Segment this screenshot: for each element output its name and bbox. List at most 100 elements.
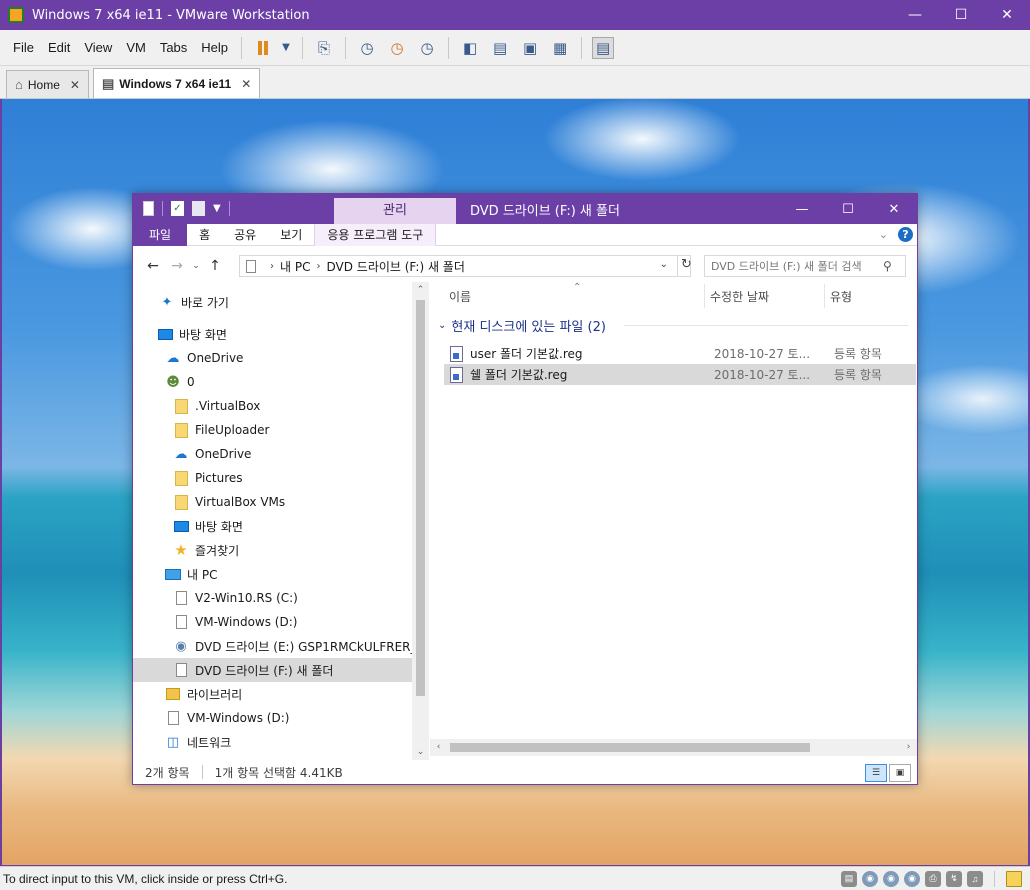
refresh-icon[interactable]: ↻ [677,255,695,277]
cd-dvd-icon[interactable]: ◉ [862,870,878,887]
breadcrumb-current-folder[interactable]: DVD 드라이브 (F:) 새 폴더 [326,258,464,275]
up-button[interactable]: ↑ [203,254,227,278]
horizontal-scrollbar[interactable]: ‹ › [430,739,917,756]
snapshot-icon[interactable]: ◷ [356,37,378,59]
search-icon[interactable]: ⚲ [883,259,892,273]
address-bar[interactable]: › 내 PC › DVD 드라이브 (F:) 새 폴더 ⌄ [239,255,691,277]
search-box[interactable]: ⚲ [704,255,906,277]
explorer-close-button[interactable]: ✕ [871,194,917,224]
breadcrumb-chevron-icon[interactable]: › [270,261,274,272]
nav-virtualbox-vms[interactable]: VirtualBox VMs [173,490,285,514]
console-view-icon[interactable]: ▤ [592,36,615,59]
unity-icon[interactable]: ▦ [549,37,571,59]
usb-icon[interactable]: ↯ [946,870,962,887]
ribbon-tabs: 파일 홈 공유 보기 응용 프로그램 도구 ⌄ ? [133,223,917,246]
address-dropdown-icon[interactable]: ⌄ [660,259,668,270]
contextual-tab-manage[interactable]: 관리 [334,198,456,224]
scroll-right-icon[interactable]: › [900,739,917,756]
column-divider[interactable] [704,284,705,308]
back-button[interactable]: ← [141,254,165,278]
tab-home[interactable]: 홈 [187,224,222,246]
large-icons-view-icon[interactable]: ▣ [889,764,911,782]
column-divider[interactable] [824,284,825,308]
nav-user[interactable]: ☻ 0 [165,370,194,394]
h-scroll-thumb[interactable] [450,743,810,752]
close-tab-icon[interactable]: ✕ [241,77,251,91]
show-library-icon[interactable]: ◧ [459,37,481,59]
explorer-minimize-button[interactable]: — [779,194,825,224]
nav-desktop[interactable]: 바탕 화면 [157,322,227,346]
nav-vm-windows[interactable]: VM-Windows (D:) [165,706,289,730]
revert-snapshot-icon[interactable]: ◷ [386,37,408,59]
explorer-maximize-button[interactable]: ☐ [825,194,871,224]
pause-icon[interactable] [252,37,274,59]
nav-network[interactable]: ◫ 네트워크 [165,730,231,754]
printer-icon[interactable]: ⎙ [925,870,941,887]
message-log-icon[interactable] [1006,870,1022,887]
scroll-left-icon[interactable]: ‹ [430,739,447,756]
menu-vm[interactable]: VM [119,40,153,55]
nav-drive-f[interactable]: DVD 드라이브 (F:) 새 폴더 [133,658,412,682]
snapshot-manager-icon[interactable]: ◷ [416,37,438,59]
column-type[interactable]: 유형 [830,282,910,310]
menu-view[interactable]: View [77,40,119,55]
qat-dropdown-icon[interactable]: ▼ [213,203,221,214]
cd-dvd-2-icon[interactable]: ◉ [883,870,899,887]
scroll-down-icon[interactable]: ⌄ [412,744,429,760]
menu-help[interactable]: Help [194,40,235,55]
sound-icon[interactable]: ♫ [967,870,983,887]
column-modified[interactable]: 수정한 날짜 [710,282,820,310]
send-ctrl-alt-del-icon[interactable]: ⎘ [313,37,335,59]
nav-scroll-thumb[interactable] [416,300,425,696]
group-header[interactable]: ⌄ 현재 디스크에 있는 파일 (2) [438,316,606,335]
menu-file[interactable]: File [6,40,41,55]
collapse-group-icon[interactable]: ⌄ [438,320,446,331]
help-icon[interactable]: ? [898,227,913,242]
menu-tabs[interactable]: Tabs [153,40,194,55]
nav-favorites[interactable]: ★ 즐겨찾기 [173,538,239,562]
thumbnail-bar-icon[interactable]: ▤ [489,37,511,59]
menu-edit[interactable]: Edit [41,40,77,55]
tab-view[interactable]: 보기 [268,224,314,246]
nav-quick-access[interactable]: ✦ 바로 가기 [159,290,229,314]
tab-vm[interactable]: ▤ Windows 7 x64 ie11 ✕ [92,68,261,98]
tab-share[interactable]: 공유 [222,224,268,246]
minimize-button[interactable]: — [892,0,938,30]
nav-drive-d[interactable]: VM-Windows (D:) [173,610,297,634]
maximize-button[interactable]: ☐ [938,0,984,30]
power-dropdown-icon[interactable]: ▼ [280,37,292,59]
nav-pictures[interactable]: Pictures [173,466,243,490]
search-input[interactable] [711,259,883,273]
close-tab-icon[interactable]: ✕ [70,78,80,92]
new-folder-icon[interactable] [192,201,205,216]
network-adapter-icon[interactable]: ◉ [904,870,920,887]
nav-virtualbox[interactable]: .VirtualBox [173,394,260,418]
nav-drive-c[interactable]: V2-Win10.RS (C:) [173,586,298,610]
nav-onedrive[interactable]: ☁ OneDrive [165,346,244,370]
expand-ribbon-icon[interactable]: ⌄ [879,228,888,241]
forward-button[interactable]: → [165,254,189,278]
tab-file[interactable]: 파일 [133,223,188,246]
nav-libraries[interactable]: 라이브러리 [165,682,242,706]
properties-icon[interactable] [143,201,154,216]
check-icon[interactable]: ✓ [171,201,184,216]
nav-this-pc[interactable]: 내 PC [165,562,217,586]
close-button[interactable]: ✕ [984,0,1030,30]
nav-user-onedrive[interactable]: ☁ OneDrive [173,442,252,466]
details-view-icon[interactable]: ☰ [865,764,887,782]
file-row[interactable]: user 폴더 기본값.reg 2018-10-27 토... 등록 항목 [444,343,916,364]
hard-disk-icon[interactable]: ▤ [841,870,857,887]
file-row-selected[interactable]: 쉘 폴더 기본값.reg 2018-10-27 토... 등록 항목 [444,364,916,385]
scroll-up-icon[interactable]: ⌃ [412,282,429,298]
breadcrumb-chevron-icon[interactable]: › [316,261,320,272]
tab-home[interactable]: ⌂ Home ✕ [6,70,89,98]
drive-icon [173,590,189,606]
nav-user-desktop[interactable]: 바탕 화면 [173,514,243,538]
tab-application-tools[interactable]: 응용 프로그램 도구 [314,223,437,246]
nav-fileuploader[interactable]: FileUploader [173,418,269,442]
nav-drive-e[interactable]: ◉ DVD 드라이브 (E:) GSP1RMCkULFRER_K [173,634,424,658]
recent-locations-icon[interactable]: ⌄ [189,261,203,271]
breadcrumb-this-pc[interactable]: 내 PC [280,258,310,275]
full-screen-icon[interactable]: ▣ [519,37,541,59]
nav-scrollbar[interactable]: ⌃ ⌄ [412,282,429,760]
